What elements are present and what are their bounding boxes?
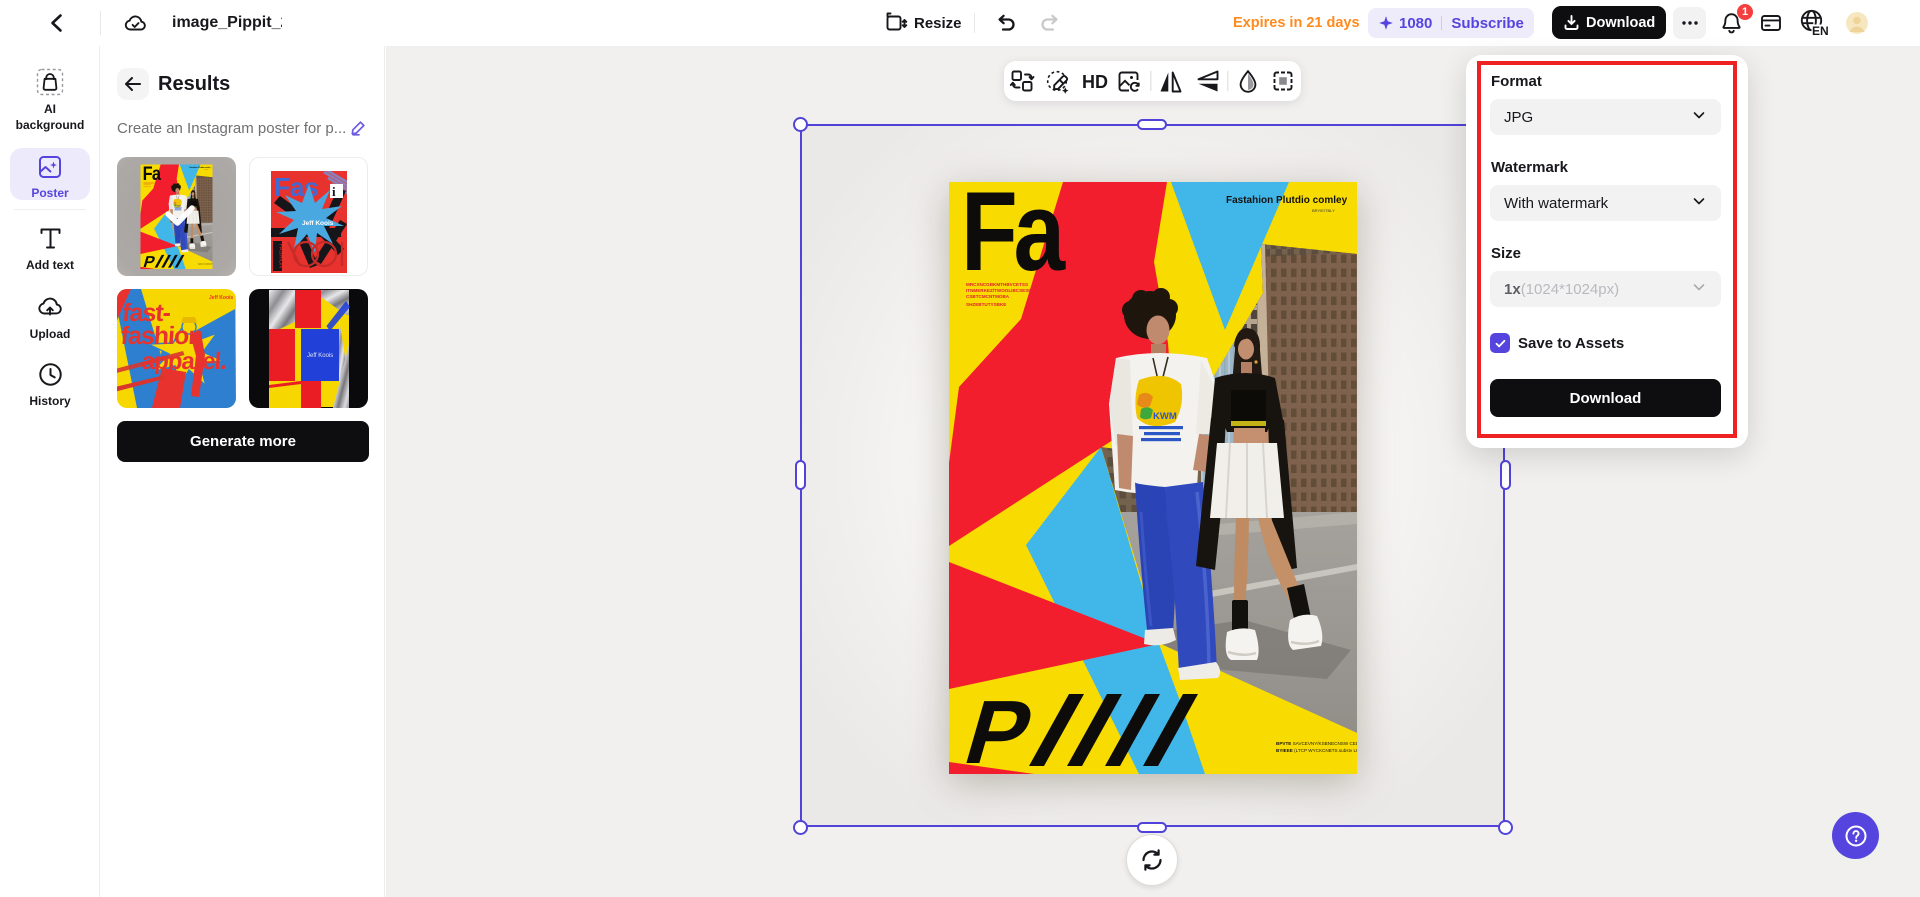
svg-text:EN: EN [1812, 24, 1829, 38]
svg-text:apparel.: apparel. [141, 348, 227, 375]
svg-text:HD: HD [1082, 72, 1108, 92]
svg-text:Jeff Koois: Jeff Koois [307, 353, 333, 359]
svg-text:FASHION: FASHION [278, 244, 284, 268]
svg-text:Jeff Koois: Jeff Koois [209, 295, 233, 301]
svg-text:i: i [332, 184, 336, 199]
svg-text:fashion: fashion [120, 322, 204, 350]
svg-text:Jeff Koois: Jeff Koois [302, 220, 334, 227]
